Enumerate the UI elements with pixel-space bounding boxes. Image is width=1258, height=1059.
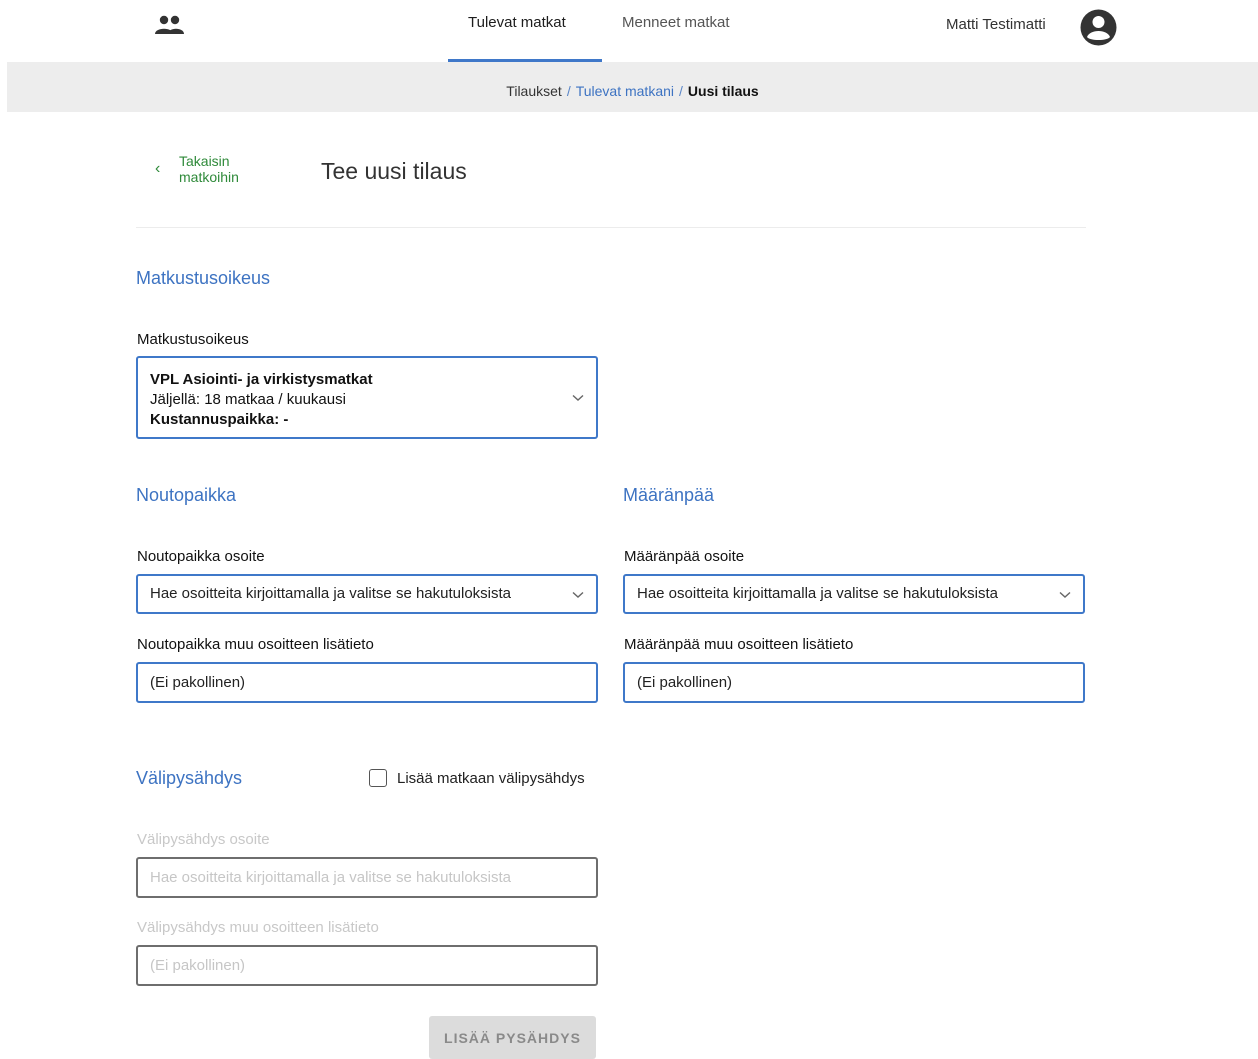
pickup-extra-label: Noutopaikka muu osoitteen lisätieto xyxy=(137,636,374,653)
add-stopover-checkbox-row[interactable]: Lisää matkaan välipysähdys xyxy=(369,769,585,787)
stopover-extra-input[interactable]: (Ei pakollinen) xyxy=(136,945,598,986)
entitlement-remaining: Jäljellä: 18 matkaa / kuukausi xyxy=(150,391,346,408)
pickup-extra-input[interactable]: (Ei pakollinen) xyxy=(136,662,598,703)
destination-extra-input[interactable]: (Ei pakollinen) xyxy=(623,662,1085,703)
tab-past-trips[interactable]: Menneet matkat xyxy=(622,14,730,31)
breadcrumb-separator: / xyxy=(679,83,683,99)
user-name[interactable]: Matti Testimatti xyxy=(946,16,1046,33)
destination-extra-label: Määränpää muu osoitteen lisätieto xyxy=(624,636,854,653)
entitlement-name: VPL Asiointi- ja virkistysmatkat xyxy=(150,371,373,388)
stopover-section-title: Välipysähdys xyxy=(136,768,243,788)
destination-address-select[interactable]: Hae osoitteita kirjoittamalla ja valitse… xyxy=(623,574,1085,614)
chevron-down-icon xyxy=(1059,591,1071,598)
destination-address-label: Määränpää osoite xyxy=(624,548,745,565)
chevron-down-icon xyxy=(572,394,584,401)
page-title: Tee uusi tilaus xyxy=(321,158,467,184)
account-circle-icon[interactable] xyxy=(1080,9,1117,46)
breadcrumb-my-upcoming-trips[interactable]: Tulevat matkani xyxy=(576,83,674,99)
back-to-trips-link[interactable]: ‹ Takaisin matkoihin xyxy=(155,153,269,185)
group-icon[interactable] xyxy=(152,12,186,38)
breadcrumb-orders[interactable]: Tilaukset xyxy=(506,83,562,99)
pickup-address-placeholder: Hae osoitteita kirjoittamalla ja valitse… xyxy=(150,585,512,602)
pickup-address-label: Noutopaikka osoite xyxy=(137,548,265,565)
destination-address-placeholder: Hae osoitteita kirjoittamalla ja valitse… xyxy=(637,585,999,602)
add-stop-button[interactable]: LISÄÄ PYSÄHDYS xyxy=(429,1016,596,1059)
divider xyxy=(136,227,1086,228)
back-link-line1: Takaisin xyxy=(179,153,230,169)
add-stopover-checkbox-label[interactable]: Lisää matkaan välipysähdys xyxy=(397,770,585,787)
pickup-section-title: Noutopaikka xyxy=(136,485,237,505)
stopover-address-label: Välipysähdys osoite xyxy=(137,831,270,848)
stopover-address-input[interactable]: Hae osoitteita kirjoittamalla ja valitse… xyxy=(136,857,598,898)
entitlement-select[interactable]: VPL Asiointi- ja virkistysmatkat Jäljell… xyxy=(136,356,598,439)
chevron-left-icon: ‹ xyxy=(155,160,161,177)
entitlement-label: Matkustusoikeus xyxy=(137,331,249,348)
entitlement-cost-center: Kustannuspaikka: - xyxy=(150,411,289,428)
breadcrumb-current: Uusi tilaus xyxy=(687,83,759,99)
breadcrumb-separator: / xyxy=(566,83,571,99)
entitlement-section-title: Matkustusoikeus xyxy=(136,268,271,288)
chevron-down-icon xyxy=(572,591,584,598)
tab-upcoming-trips[interactable]: Tulevat matkat xyxy=(468,14,566,31)
back-link-line2: matkoihin xyxy=(179,169,239,185)
stopover-extra-label: Välipysähdys muu osoitteen lisätieto xyxy=(137,919,379,936)
top-navigation: Tulevat matkat Menneet matkat Matti Test… xyxy=(0,0,1258,62)
add-stopover-checkbox[interactable] xyxy=(369,769,387,787)
breadcrumb: Tilaukset / Tulevat matkani / Uusi tilaus xyxy=(7,62,1258,120)
destination-section-title: Määränpää xyxy=(623,485,715,505)
pickup-address-select[interactable]: Hae osoitteita kirjoittamalla ja valitse… xyxy=(136,574,598,614)
breadcrumb-bar: Tilaukset / Tulevat matkani / Uusi tilaus xyxy=(7,62,1258,112)
